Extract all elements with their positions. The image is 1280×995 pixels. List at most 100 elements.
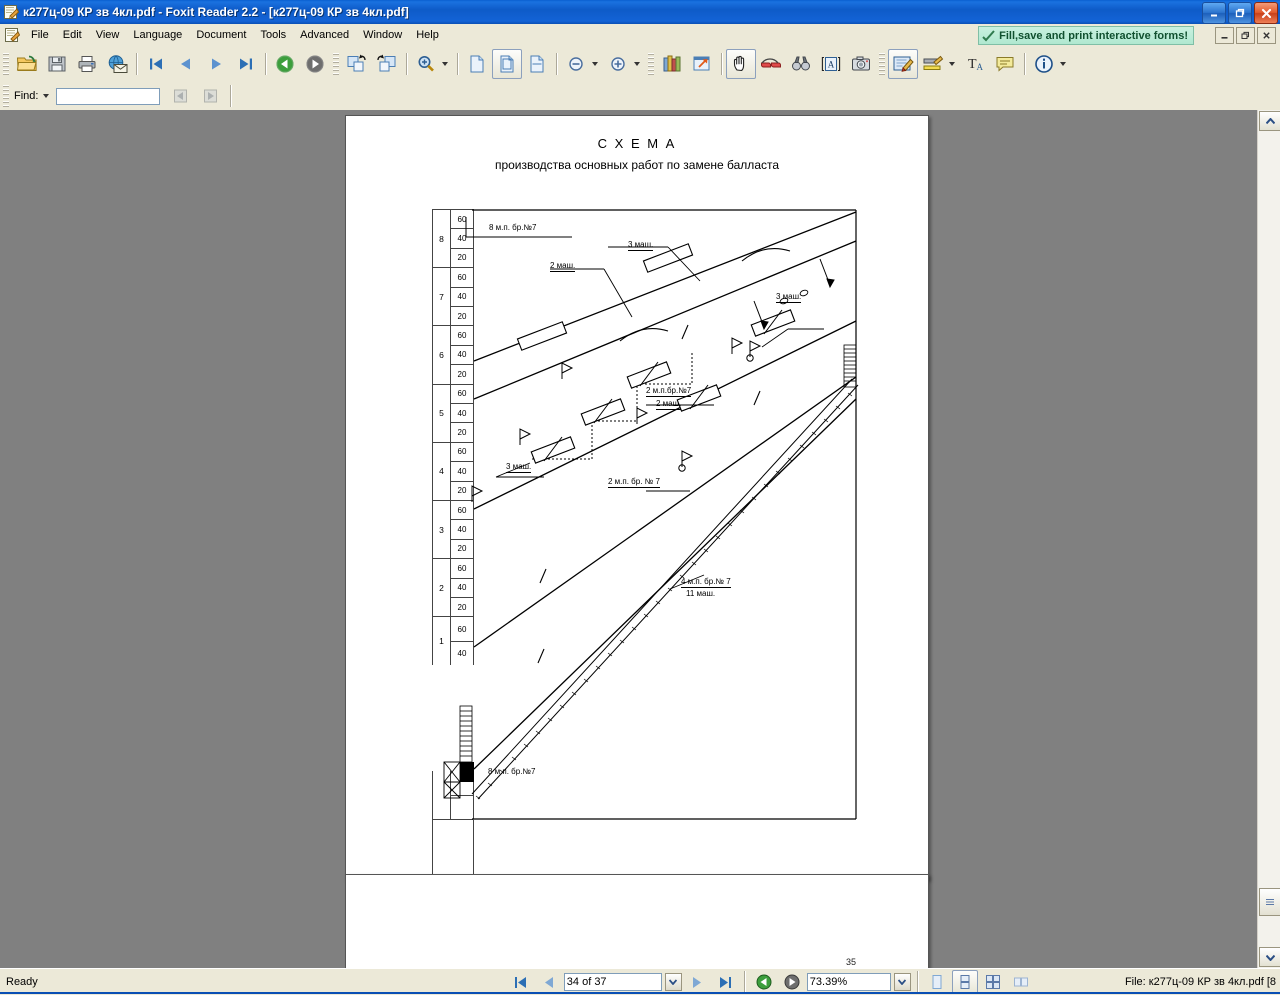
close-button[interactable] xyxy=(1254,2,1278,24)
chevron-down-icon[interactable] xyxy=(592,62,598,66)
status-first-page-button[interactable] xyxy=(508,970,534,994)
snapshot-read-icon[interactable] xyxy=(756,49,786,79)
chevron-down-icon[interactable] xyxy=(634,62,640,66)
snapshot-icon[interactable] xyxy=(846,49,876,79)
open-icon[interactable] xyxy=(12,49,42,79)
menu-item-window[interactable]: Window xyxy=(356,26,409,44)
toolbar-grip[interactable] xyxy=(879,53,885,75)
fit-width-icon[interactable] xyxy=(522,49,552,79)
print-icon[interactable] xyxy=(72,49,102,79)
continuous-layout-icon[interactable] xyxy=(951,970,978,994)
mdi-close-button[interactable] xyxy=(1257,27,1276,44)
previous-page-icon[interactable] xyxy=(171,49,201,79)
zoom-in-icon[interactable] xyxy=(603,49,633,79)
menu-item-help[interactable]: Help xyxy=(409,26,446,44)
window-title: к277ц-09 КР зв 4кл.pdf - Foxit Reader 2.… xyxy=(23,5,409,19)
mdi-minimize-button[interactable] xyxy=(1215,27,1234,44)
facing-layout-icon[interactable] xyxy=(980,970,1006,994)
zoom-level-dropdown-arrow[interactable] xyxy=(893,973,911,991)
text-annotation-icon[interactable]: T A xyxy=(960,49,990,79)
toolbar-grip[interactable] xyxy=(333,53,339,75)
interactive-forms-banner[interactable]: Fill,save and print interactive forms! xyxy=(978,26,1194,45)
status-zoom-in-button[interactable] xyxy=(779,970,805,994)
mdi-window-controls xyxy=(1215,27,1276,44)
svg-text:A: A xyxy=(828,60,835,70)
menu-item-document[interactable]: Document xyxy=(189,26,253,44)
toolbar-grip[interactable] xyxy=(3,53,9,75)
pdf-document-icon xyxy=(3,4,20,20)
minimize-button[interactable] xyxy=(1202,2,1226,24)
status-zoom-out-button[interactable] xyxy=(751,970,777,994)
rotate-counterclockwise-icon[interactable] xyxy=(372,49,402,79)
find-next-icon[interactable] xyxy=(196,81,226,111)
toolbar-grip[interactable] xyxy=(3,85,9,107)
window-controls xyxy=(1202,2,1278,24)
maximize-button[interactable] xyxy=(1228,2,1252,24)
actual-size-icon[interactable] xyxy=(462,49,492,79)
find-icon[interactable] xyxy=(786,49,816,79)
label-2mash-mid: 2 маш. xyxy=(656,399,682,410)
zoom-tool-icon[interactable] xyxy=(411,49,441,79)
bookmarks-icon[interactable] xyxy=(657,49,687,79)
info-icon[interactable] xyxy=(1029,49,1059,79)
page-number-dropdown-arrow[interactable] xyxy=(664,973,682,991)
fit-page-icon[interactable] xyxy=(492,49,522,79)
highlight-icon[interactable] xyxy=(918,49,948,79)
toolbar-separator xyxy=(1024,53,1025,75)
label-2mash-top: 2 маш. xyxy=(550,261,576,272)
continuous-facing-layout-icon[interactable] xyxy=(1008,970,1034,994)
chevron-down-icon[interactable] xyxy=(442,62,448,66)
status-last-page-button[interactable] xyxy=(712,970,738,994)
note-icon[interactable] xyxy=(990,49,1020,79)
menu-item-edit[interactable]: Edit xyxy=(56,26,89,44)
scroll-up-button[interactable] xyxy=(1259,111,1280,131)
first-page-icon[interactable] xyxy=(141,49,171,79)
status-next-page-button[interactable] xyxy=(684,970,710,994)
next-page-icon[interactable] xyxy=(201,49,231,79)
diagram-svg xyxy=(443,209,859,820)
fullscreen-icon[interactable] xyxy=(687,49,717,79)
page-number-field[interactable]: 34 of 37 xyxy=(563,973,662,991)
rotate-clockwise-icon[interactable] xyxy=(342,49,372,79)
page-number-value: 34 of 37 xyxy=(566,976,607,988)
statusbar-separator xyxy=(743,971,745,993)
vertical-scrollbar[interactable] xyxy=(1257,110,1280,968)
page-title: С Х Е М А xyxy=(597,136,677,151)
main-toolbar: A T A xyxy=(0,46,1280,83)
status-bar: Ready 34 of 37 73.39% File: к277ц-09 КР … xyxy=(0,968,1280,995)
zoom-level-value: 73.39% xyxy=(809,976,848,988)
select-text-icon[interactable]: A xyxy=(816,49,846,79)
scrollbar-thumb[interactable] xyxy=(1259,888,1280,916)
toolbar-separator xyxy=(265,53,266,75)
menu-item-view[interactable]: View xyxy=(89,26,127,44)
chevron-down-icon[interactable] xyxy=(1060,62,1066,66)
find-previous-icon[interactable] xyxy=(166,81,196,111)
search-input[interactable] xyxy=(56,87,161,105)
menu-item-advanced[interactable]: Advanced xyxy=(293,26,356,44)
single-page-layout-icon[interactable] xyxy=(924,970,950,994)
zoom-out-icon[interactable] xyxy=(561,49,591,79)
chevron-down-icon[interactable] xyxy=(43,94,50,98)
menu-item-tools[interactable]: Tools xyxy=(253,26,293,44)
zoom-level-field[interactable]: 73.39% xyxy=(806,973,891,991)
menu-item-file[interactable]: File xyxy=(24,26,56,44)
scroll-down-button[interactable] xyxy=(1259,947,1280,967)
pdf-page-35: 35 xyxy=(345,874,929,968)
status-previous-page-button[interactable] xyxy=(536,970,562,994)
go-back-icon[interactable] xyxy=(270,49,300,79)
document-viewport[interactable]: С Х Е М А производства основных работ по… xyxy=(0,110,1258,968)
last-page-icon[interactable] xyxy=(231,49,261,79)
label-2mp-br7-lower: 2 м.п. бр. № 7 xyxy=(608,477,660,488)
hand-tool-icon[interactable] xyxy=(726,49,756,79)
go-forward-icon[interactable] xyxy=(300,49,330,79)
toolbar-separator xyxy=(721,53,722,75)
typewriter-icon[interactable] xyxy=(888,49,918,79)
menu-item-language[interactable]: Language xyxy=(126,26,189,44)
mdi-restore-button[interactable] xyxy=(1236,27,1255,44)
toolbar-grip[interactable] xyxy=(648,53,654,75)
chevron-down-icon[interactable] xyxy=(949,62,955,66)
title-bar: к277ц-09 КР зв 4кл.pdf - Foxit Reader 2.… xyxy=(0,0,1280,24)
save-icon[interactable] xyxy=(42,49,72,79)
label-3mash-left: 3 маш. xyxy=(506,462,532,473)
email-icon[interactable] xyxy=(102,49,132,79)
